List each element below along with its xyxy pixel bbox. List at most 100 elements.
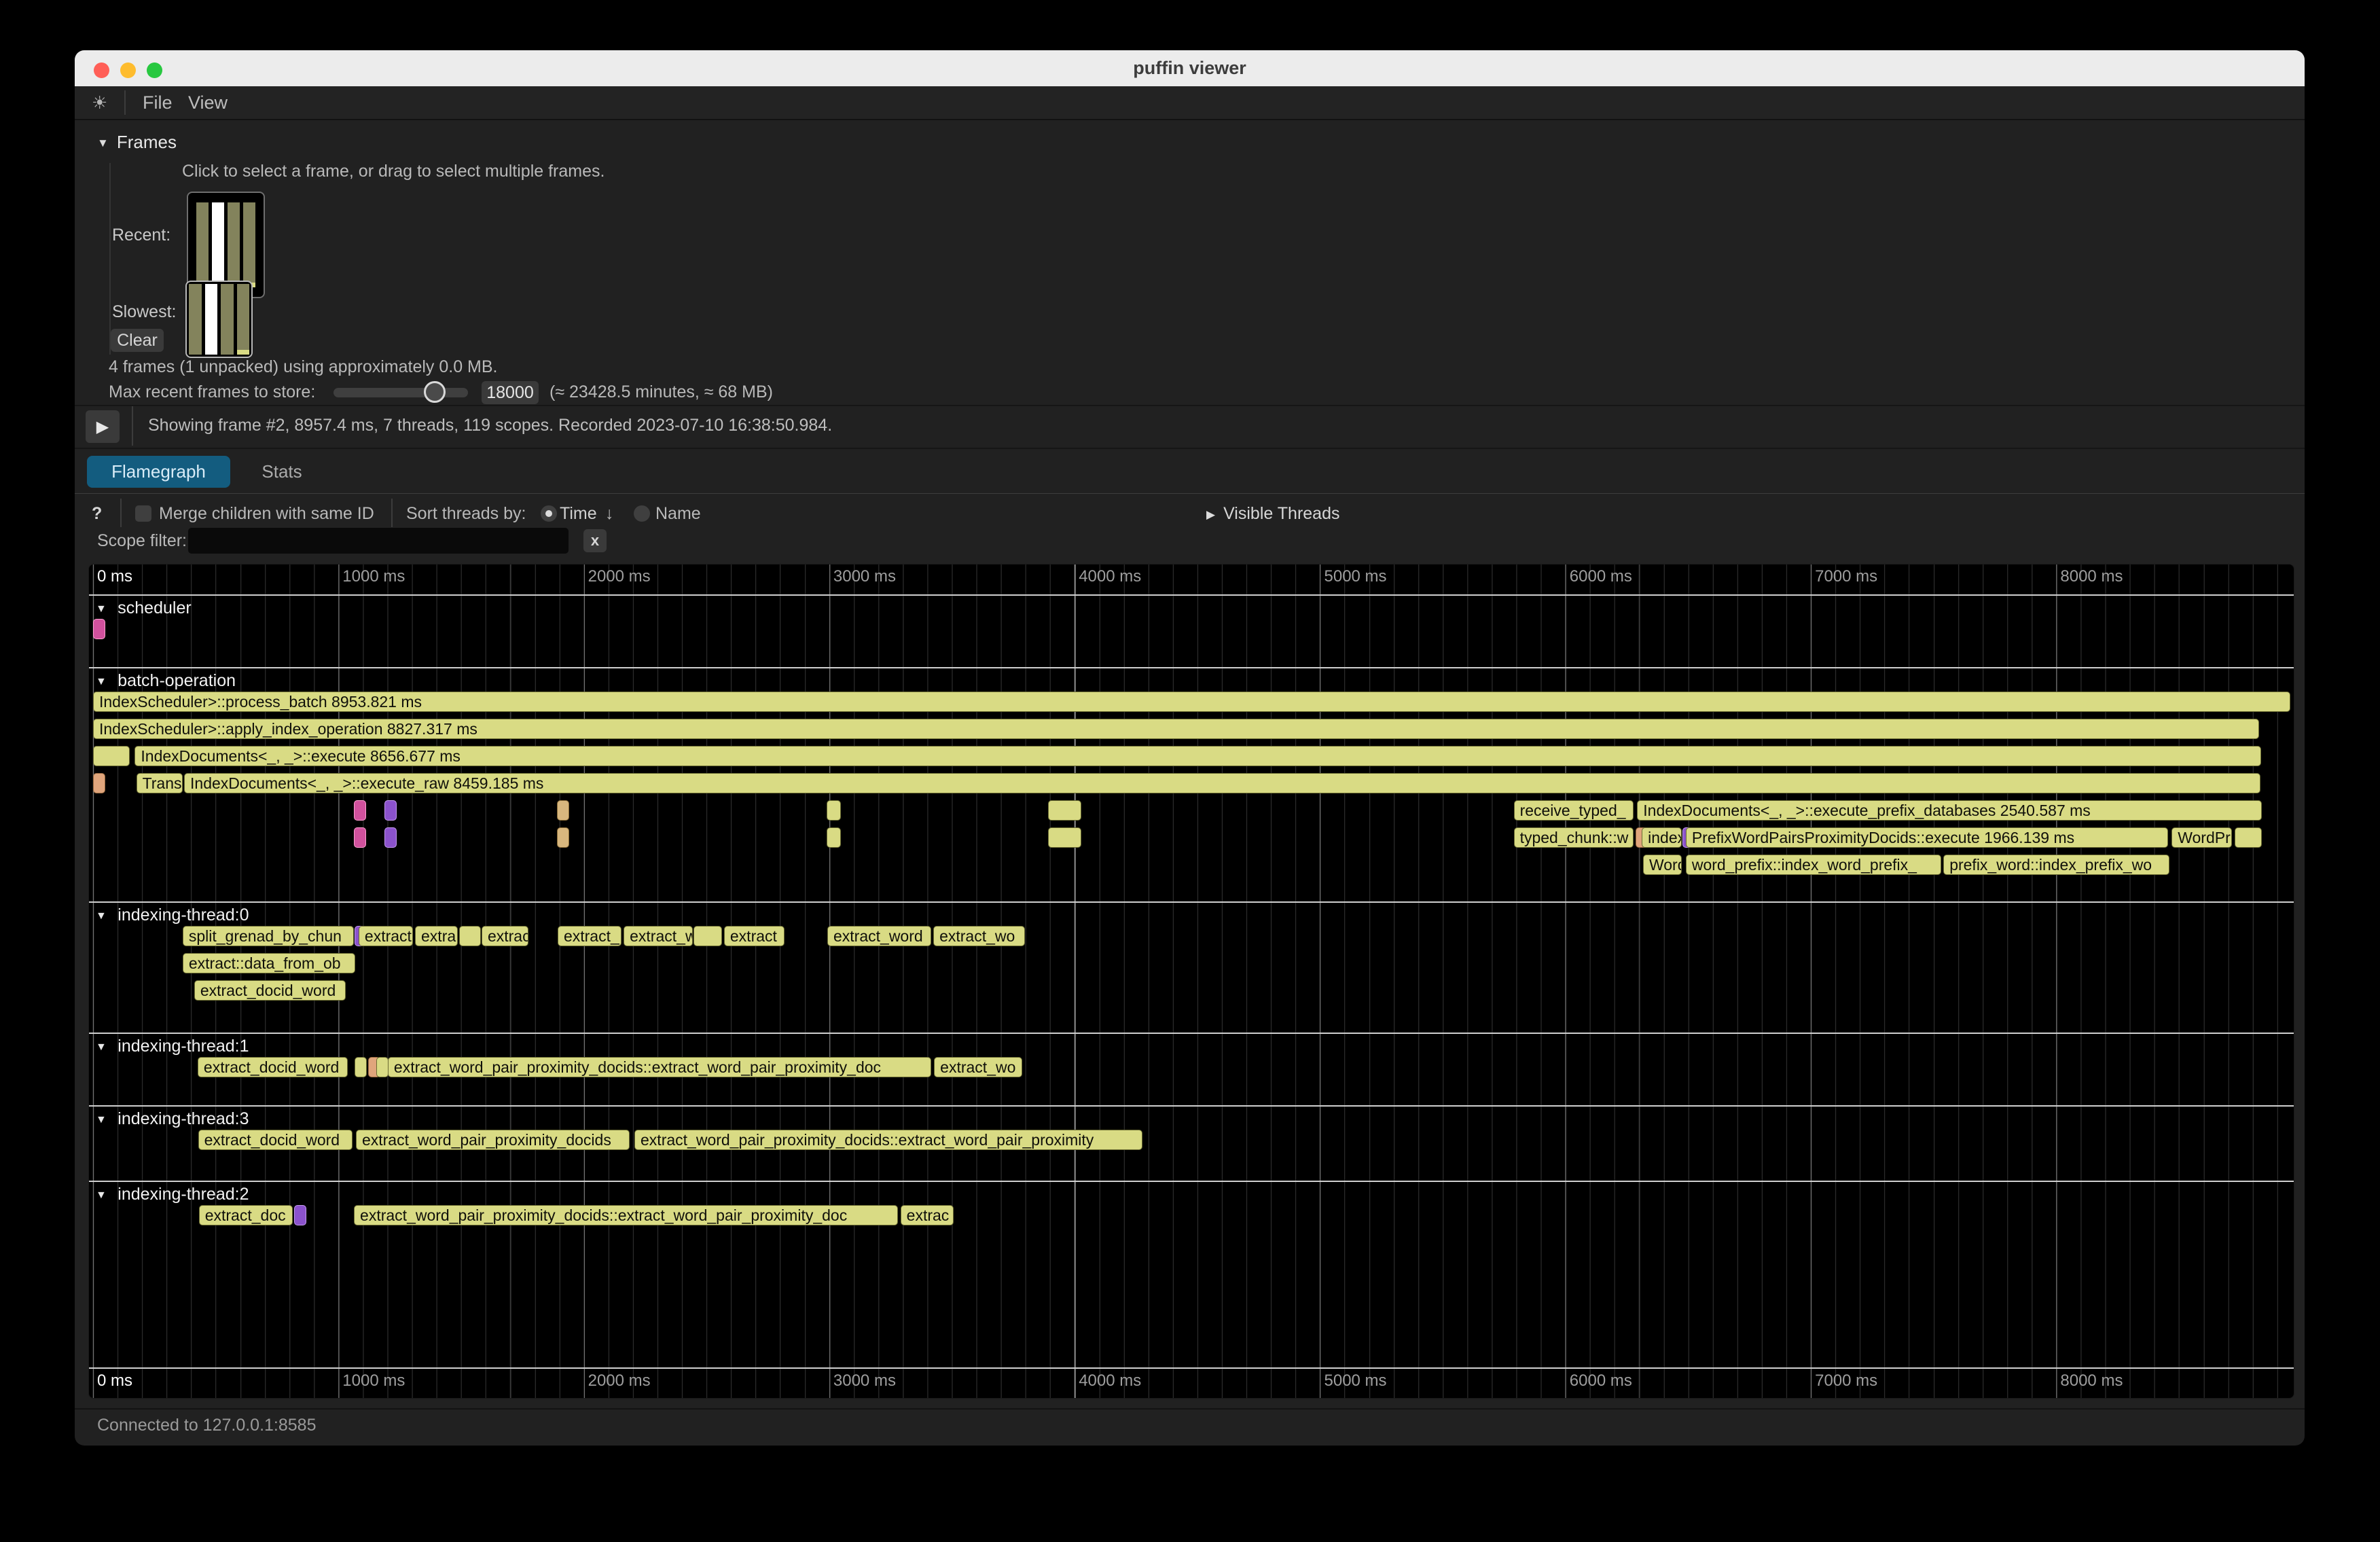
- axis-tick: 1000 ms: [338, 1371, 405, 1391]
- scope-bar[interactable]: [557, 827, 569, 848]
- scope-bar[interactable]: [557, 800, 569, 821]
- menu-file[interactable]: File: [143, 86, 173, 119]
- scope-bar[interactable]: IndexDocuments<_, _>::execute 8656.677 m…: [134, 746, 2261, 766]
- thread-header-batch-operation[interactable]: ▼ batch-operation: [96, 670, 236, 691]
- thread-header-indexing-thread:3[interactable]: ▼ indexing-thread:3: [96, 1109, 249, 1129]
- scope-bar[interactable]: [376, 1057, 389, 1077]
- scope-bar[interactable]: PrefixWordPairsProximityDocids::execute …: [1686, 827, 2168, 848]
- scope-bar[interactable]: extract_docid_word: [198, 1130, 353, 1150]
- scope-bar[interactable]: [93, 619, 105, 639]
- sort-name-radio[interactable]: [634, 505, 650, 522]
- thread-header-indexing-thread:2[interactable]: ▼ indexing-thread:2: [96, 1184, 249, 1204]
- scope-bar[interactable]: extract_: [558, 926, 621, 946]
- scope-bar[interactable]: [384, 800, 397, 821]
- axis-tick: 5000 ms: [1320, 1371, 1387, 1391]
- scope-bar[interactable]: word_prefix::index_word_prefix_: [1686, 855, 1941, 875]
- play-button[interactable]: ▶: [86, 410, 120, 443]
- tab-stats[interactable]: Stats: [238, 456, 326, 488]
- max-frames-slider-handle[interactable]: [424, 381, 446, 403]
- clear-button[interactable]: Clear: [111, 329, 164, 352]
- scope-bar[interactable]: extra: [415, 926, 458, 946]
- scope-bar[interactable]: extract_word_pair_proximity_docids::extr…: [388, 1057, 931, 1077]
- scope-bar[interactable]: [93, 746, 130, 766]
- scope-bar[interactable]: Word: [1643, 855, 1682, 875]
- axis-tick: 3000 ms: [829, 1371, 896, 1391]
- theme-toggle-sun-icon[interactable]: ☀: [92, 86, 107, 119]
- scope-bar[interactable]: extract_wo: [934, 1057, 1022, 1077]
- menu-view[interactable]: View: [188, 86, 228, 119]
- scope-bar[interactable]: [384, 827, 397, 848]
- scope-bar[interactable]: IndexScheduler>::apply_index_operation 8…: [93, 719, 2259, 739]
- scope-bar[interactable]: [2235, 827, 2262, 848]
- scope-bar[interactable]: [827, 827, 841, 848]
- scope-bar[interactable]: extract_doc: [199, 1205, 293, 1225]
- scope-bar[interactable]: extract::data_from_ob: [183, 953, 355, 973]
- frame-bar[interactable]: [212, 202, 224, 287]
- scope-bar[interactable]: extract_w: [624, 926, 693, 946]
- merge-children-label[interactable]: Merge children with same ID: [159, 504, 374, 524]
- scope-bar[interactable]: extract_word_pair_proximity_docids::extr…: [634, 1130, 1142, 1150]
- scope-bar[interactable]: IndexDocuments<_, _>::execute_raw 8459.1…: [184, 773, 2260, 793]
- scope-bar[interactable]: extract_word: [827, 926, 931, 946]
- sort-direction-arrow-icon[interactable]: ↓: [605, 504, 614, 524]
- frames-section-header[interactable]: ▼Frames: [97, 132, 177, 153]
- thread-header-indexing-thread:0[interactable]: ▼ indexing-thread:0: [96, 905, 249, 925]
- scope-bar[interactable]: receive_typed_: [1514, 800, 1634, 821]
- scope-bar[interactable]: [294, 1205, 306, 1225]
- scope-bar[interactable]: extract_wo: [933, 926, 1025, 946]
- scope-bar[interactable]: [693, 926, 722, 946]
- scope-bar[interactable]: extract_docid_word: [198, 1057, 348, 1077]
- visible-threads-header[interactable]: ▶Visible Threads: [1206, 504, 1339, 524]
- scope-bar[interactable]: IndexScheduler>::process_batch 8953.821 …: [93, 692, 2290, 712]
- frame-bar[interactable]: [243, 202, 255, 287]
- sort-time-radio[interactable]: [541, 505, 557, 522]
- thread-header-indexing-thread:1[interactable]: ▼ indexing-thread:1: [96, 1036, 249, 1056]
- scope-bar[interactable]: [827, 800, 841, 821]
- max-frames-value[interactable]: 18000: [482, 381, 539, 404]
- scope-bar[interactable]: split_grenad_by_chun: [183, 926, 354, 946]
- sort-time-label[interactable]: Time: [560, 504, 597, 524]
- scope-label: IndexDocuments<_, _>::execute_raw 8459.1…: [190, 774, 543, 792]
- slowest-frames-thumbnail[interactable]: [185, 281, 253, 358]
- scope-bar[interactable]: typed_chunk::w: [1514, 827, 1634, 848]
- scope-bar[interactable]: [354, 827, 366, 848]
- collapse-triangle-icon: ▼: [96, 603, 109, 615]
- sort-name-label[interactable]: Name: [655, 504, 701, 524]
- frame-bar[interactable]: [196, 202, 209, 287]
- scope-bar[interactable]: Trans: [137, 773, 183, 793]
- scope-bar[interactable]: index: [1642, 827, 1682, 848]
- frame-bar[interactable]: [228, 202, 240, 287]
- scope-bar[interactable]: WordPr: [2171, 827, 2232, 848]
- merge-children-checkbox[interactable]: [135, 505, 151, 522]
- thread-header-scheduler[interactable]: ▼ scheduler: [96, 598, 192, 618]
- scope-bar[interactable]: extract: [724, 926, 785, 946]
- max-frames-slider-track[interactable]: [333, 388, 468, 397]
- frame-bar[interactable]: [205, 284, 218, 355]
- scope-bar[interactable]: extract_docid_word: [194, 980, 346, 1001]
- scope-bar[interactable]: [354, 800, 366, 821]
- tab-flamegraph[interactable]: Flamegraph: [87, 456, 230, 488]
- frame-bar[interactable]: [221, 284, 234, 355]
- scope-bar[interactable]: prefix_word::index_prefix_wo: [1943, 855, 2169, 875]
- clear-filter-button[interactable]: x: [583, 529, 607, 552]
- scope-bar[interactable]: extract_word_pair_proximity_docids::extr…: [354, 1205, 898, 1225]
- scope-bar[interactable]: extract: [359, 926, 413, 946]
- frame-bar[interactable]: [189, 284, 202, 355]
- scope-bar[interactable]: extrac: [482, 926, 528, 946]
- scope-bar[interactable]: [1048, 800, 1081, 821]
- scope-bar[interactable]: [93, 773, 105, 793]
- scope-filter-input[interactable]: [188, 528, 569, 554]
- help-button[interactable]: ?: [92, 504, 102, 524]
- menu-divider: [124, 90, 126, 115]
- scope-bar[interactable]: IndexDocuments<_, _>::execute_prefix_dat…: [1637, 800, 2262, 821]
- scope-bar[interactable]: extract_word_pair_proximity_docids: [356, 1130, 630, 1150]
- scope-bar[interactable]: [459, 926, 481, 946]
- scope-bar[interactable]: [1048, 827, 1081, 848]
- scope-bar[interactable]: [355, 1057, 367, 1077]
- scope-bar[interactable]: extrac: [901, 1205, 954, 1225]
- max-frames-note: (≈ 23428.5 minutes, ≈ 68 MB): [549, 382, 773, 402]
- frame-bar[interactable]: [237, 284, 250, 355]
- flamegraph-canvas[interactable]: 0 ms1000 ms2000 ms3000 ms4000 ms5000 ms6…: [88, 564, 2294, 1399]
- scope-label: WordPr: [2178, 829, 2231, 846]
- divider: [75, 448, 2305, 449]
